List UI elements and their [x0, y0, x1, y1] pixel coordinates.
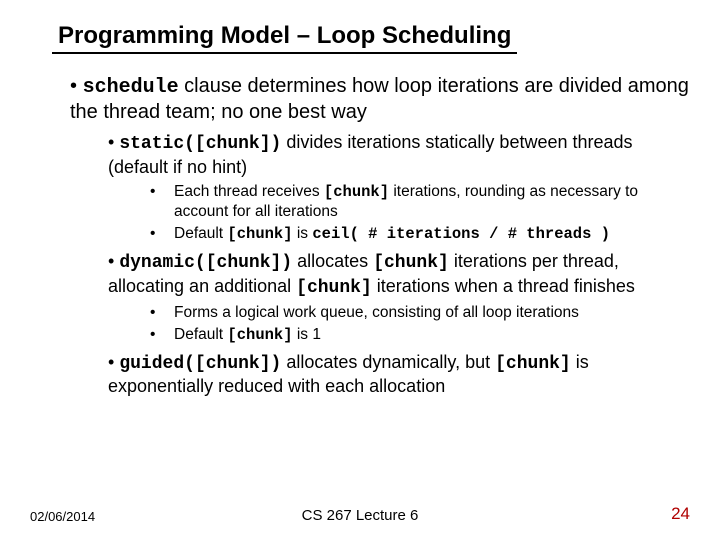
code-chunk: [chunk]: [227, 225, 292, 243]
footer-page: 24: [671, 504, 690, 524]
code-chunk: [chunk]: [373, 253, 449, 273]
bullet-dynamic: • dynamic([chunk]) allocates [chunk] ite…: [108, 250, 690, 299]
text: Default: [174, 326, 227, 343]
code-static: static([chunk]): [119, 134, 281, 154]
bullet-dynamic-sub2: • Default [chunk] is 1: [150, 325, 690, 345]
code-chunk: [chunk]: [324, 183, 389, 201]
footer-date: 02/06/2014: [30, 509, 95, 524]
text: allocates dynamically, but: [281, 352, 495, 372]
code-schedule: schedule: [83, 76, 179, 99]
slide-title: Programming Model – Loop Scheduling: [52, 22, 517, 54]
code-chunk: [chunk]: [495, 354, 571, 374]
bullet-guided: • guided([chunk]) allocates dynamically,…: [108, 351, 690, 398]
text: allocates: [292, 251, 373, 271]
code-guided: guided([chunk]): [119, 354, 281, 374]
text: is: [293, 225, 313, 242]
code-chunk: [chunk]: [296, 278, 372, 298]
bullet-main: • schedule clause determines how loop it…: [70, 74, 690, 125]
text: is 1: [293, 326, 321, 343]
bullet-static: • static([chunk]) divides iterations sta…: [108, 131, 690, 178]
footer-center: CS 267 Lecture 6: [302, 507, 419, 524]
bullet-static-sub1: • Each thread receives [chunk] iteration…: [150, 182, 690, 222]
bullet-dynamic-sub1: • Forms a logical work queue, consisting…: [150, 303, 690, 322]
code-chunk: [chunk]: [227, 326, 292, 344]
footer: 02/06/2014 CS 267 Lecture 6 24: [0, 504, 720, 524]
text: Each thread receives: [174, 183, 324, 200]
bullet-static-sub2: • Default [chunk] is ceil( # iterations …: [150, 224, 690, 244]
code-ceil: ceil( # iterations / # threads ): [312, 225, 610, 243]
code-dynamic: dynamic([chunk]): [119, 253, 292, 273]
text: Forms a logical work queue, consisting o…: [174, 303, 690, 322]
text: iterations when a thread finishes: [372, 276, 635, 296]
text: Default: [174, 225, 227, 242]
